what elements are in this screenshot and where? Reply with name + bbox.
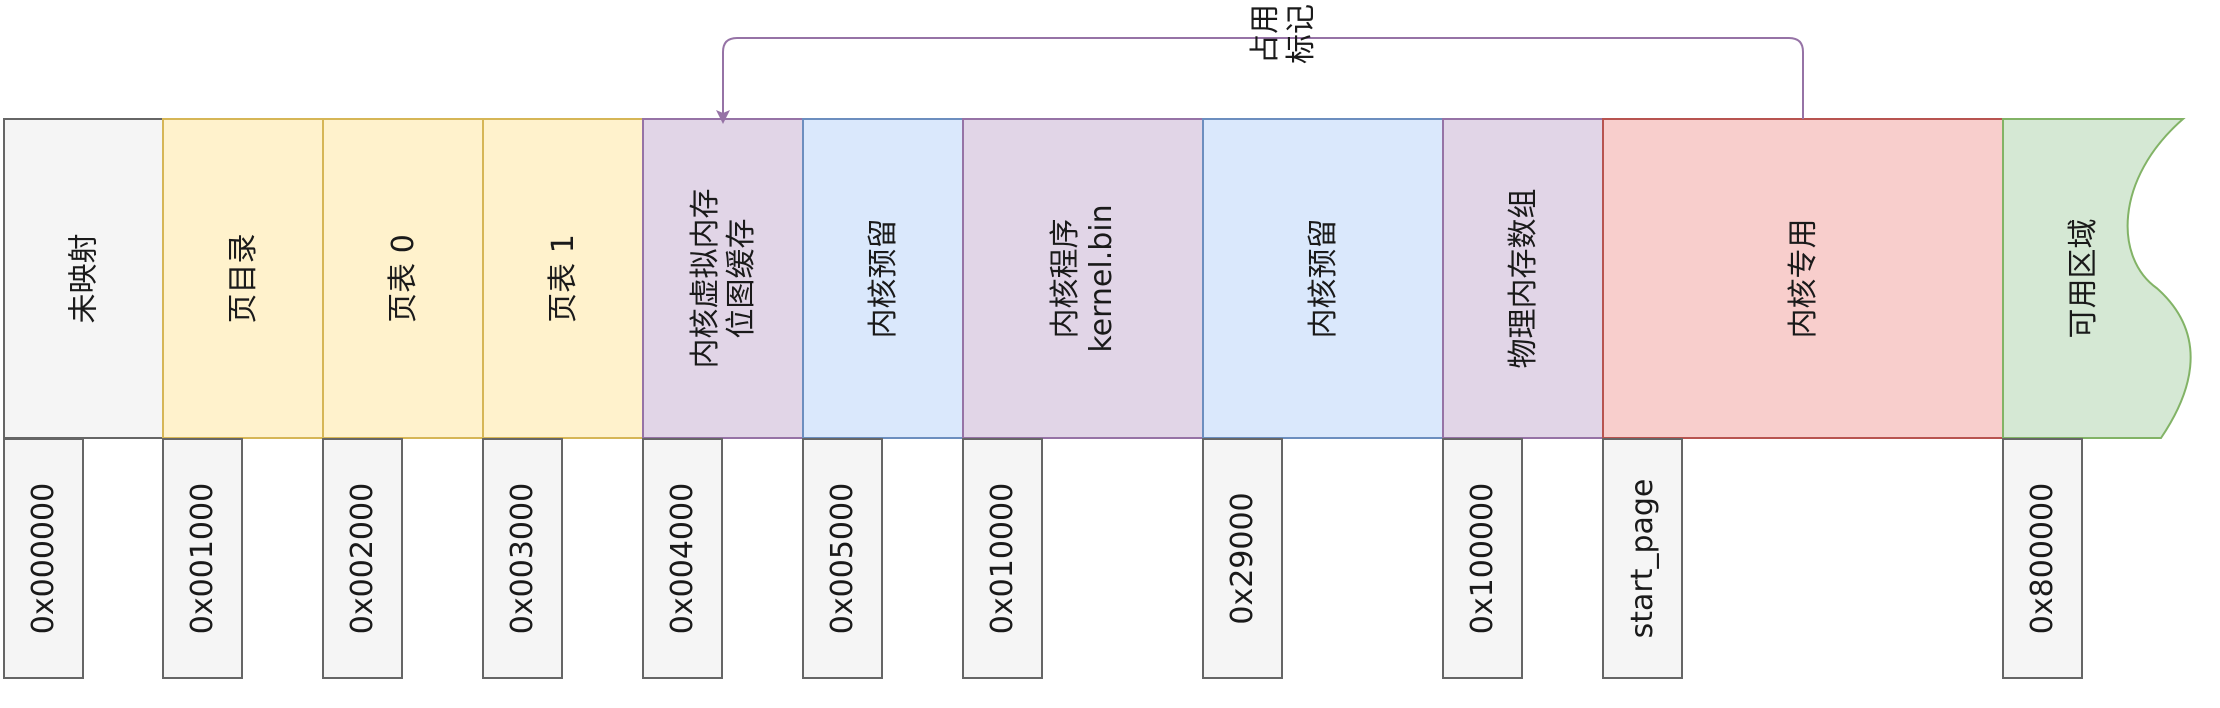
address-label: 0x003000 bbox=[505, 483, 540, 634]
memory-segment-label: 页表 0 bbox=[386, 234, 421, 323]
memory-segment-label-line: 物理内存数组 bbox=[1506, 189, 1541, 369]
address-marker: 0x005000 bbox=[802, 438, 883, 679]
memory-segment-label-line: kernel.bin bbox=[1084, 204, 1119, 352]
address-label: 0x002000 bbox=[345, 483, 380, 634]
memory-segment-label: 页目录 bbox=[226, 234, 261, 324]
memory-segment-label: 未映射 bbox=[66, 234, 101, 324]
memory-segment-label-line: 位图缓存 bbox=[724, 219, 759, 339]
memory-segment-label: 页表 1 bbox=[546, 234, 581, 323]
memory-segment-label-line: 页表 1 bbox=[546, 234, 581, 323]
address-label: start_page bbox=[1625, 479, 1660, 639]
memory-segment-label: 内核程序kernel.bin bbox=[1048, 204, 1119, 352]
address-label: 0x800000 bbox=[2025, 483, 2060, 634]
memory-segment: 页目录 bbox=[162, 118, 324, 439]
address-label: 0x001000 bbox=[185, 483, 220, 634]
address-label: 0x000000 bbox=[26, 483, 61, 634]
address-label: 0x005000 bbox=[825, 483, 860, 634]
address-marker: 0x000000 bbox=[3, 438, 84, 679]
memory-segment: 内核程序kernel.bin bbox=[962, 118, 1204, 439]
memory-segment-label-line: 页目录 bbox=[226, 234, 261, 324]
address-marker: 0x800000 bbox=[2002, 438, 2083, 679]
address-label: 0x004000 bbox=[665, 483, 700, 634]
memory-segment-label: 内核专用 bbox=[1786, 219, 1821, 339]
occupancy-arrow-label: 占用标记 bbox=[1248, 4, 1319, 64]
memory-segment-label: 物理内存数组 bbox=[1506, 189, 1541, 369]
memory-segment-label-line: 内核预留 bbox=[866, 219, 901, 339]
occupancy-arrow: 占用标记 bbox=[716, 4, 1804, 124]
memory-segment-label-line: 内核预留 bbox=[1306, 219, 1341, 339]
memory-segment: 未映射 bbox=[3, 118, 164, 439]
address-label: 0x100000 bbox=[1465, 483, 1500, 634]
memory-segments: 未映射 页目录 页表 0 页表 1 内核虚拟内存位图缓存 内核预留 内核程序kernel.b… bbox=[3, 118, 2192, 439]
memory-segment-label: 内核预留 bbox=[1306, 219, 1341, 339]
address-marker: 0x29000 bbox=[1202, 438, 1283, 679]
memory-segment: 内核预留 bbox=[1202, 118, 1444, 439]
memory-segment: 物理内存数组 bbox=[1442, 118, 1604, 439]
address-marker: 0x001000 bbox=[162, 438, 243, 679]
memory-segment-label: 内核预留 bbox=[866, 219, 901, 339]
memory-segment-label-line: 内核程序 bbox=[1048, 219, 1083, 339]
address-label: 0x010000 bbox=[985, 483, 1020, 634]
address-marker: 0x003000 bbox=[482, 438, 563, 679]
memory-segment: 内核专用 bbox=[1602, 118, 2004, 439]
address-marker: 0x010000 bbox=[962, 438, 1043, 679]
address-marker: 0x002000 bbox=[322, 438, 403, 679]
address-marker: 0x100000 bbox=[1442, 438, 1523, 679]
memory-segment: 内核虚拟内存位图缓存 bbox=[642, 118, 804, 439]
address-label: 0x29000 bbox=[1225, 492, 1260, 624]
address-marker: start_page bbox=[1602, 438, 1683, 679]
occupancy-arrow-label-line: 占用 bbox=[1248, 4, 1283, 64]
address-labels: 0x000000 0x001000 0x002000 0x003000 0x004000… bbox=[3, 438, 2083, 679]
memory-segment: 页表 0 bbox=[322, 118, 484, 439]
address-marker: 0x004000 bbox=[642, 438, 723, 679]
memory-segment-label-line: 未映射 bbox=[66, 234, 101, 324]
memory-segment-label-line: 内核专用 bbox=[1786, 219, 1821, 339]
memory-segment-label-line: 可用区域 bbox=[2066, 219, 2101, 339]
memory-segment-label-line: 页表 0 bbox=[386, 234, 421, 323]
memory-segment: 可用区域 bbox=[2002, 118, 2192, 439]
memory-segment-label: 可用区域 bbox=[2066, 219, 2101, 339]
occupancy-arrow-label-line: 标记 bbox=[1284, 4, 1319, 64]
memory-layout-diagram: 未映射 页目录 页表 0 页表 1 内核虚拟内存位图缓存 内核预留 内核程序kernel.b… bbox=[3, 4, 2192, 679]
memory-segment-label-line: 内核虚拟内存 bbox=[688, 189, 723, 369]
memory-segment: 内核预留 bbox=[802, 118, 964, 439]
memory-segment: 页表 1 bbox=[482, 118, 644, 439]
